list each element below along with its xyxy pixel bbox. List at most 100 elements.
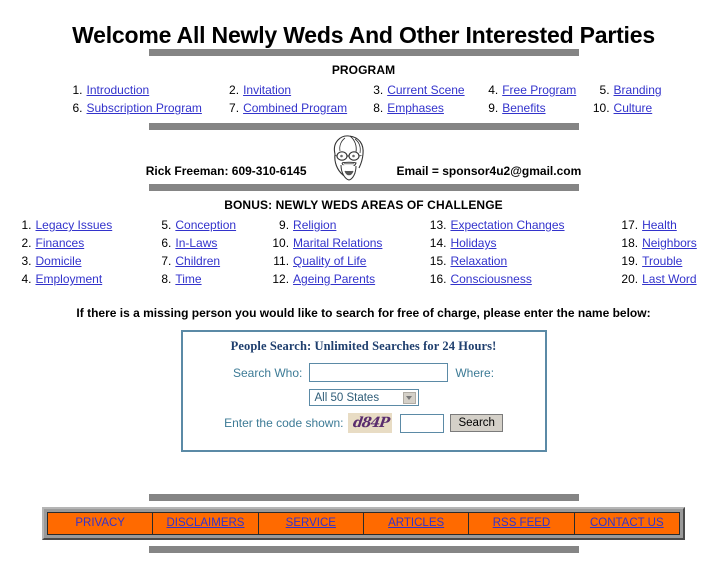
program-item-link-cell[interactable]: Current Scene [385,81,474,99]
bonus-item-link-cell[interactable]: Expectation Changes [448,216,612,234]
program-link-invitation[interactable]: Invitation [243,83,291,97]
bonus-link-time[interactable]: Time [175,272,201,286]
search-who-input[interactable] [309,363,449,382]
bonus-link-last-word[interactable]: Last Word [642,272,696,286]
footer-cell-articles[interactable]: ARTICLES [363,513,469,534]
program-link-introduction[interactable]: Introduction [87,83,150,97]
footer-link-privacy[interactable]: PRIVACY [75,517,125,529]
bonus-link-domicile[interactable]: Domicile [36,254,82,268]
program-item-link-cell[interactable]: Branding [612,81,669,99]
bonus-link-neighbors[interactable]: Neighbors [642,236,697,250]
bonus-link-relaxation[interactable]: Relaxation [450,254,507,268]
program-item-link-cell[interactable]: Culture [612,99,669,117]
bonus-item-link-cell[interactable]: Neighbors [640,234,721,252]
footer-cell-rss-feed[interactable]: RSS FEED [469,513,574,534]
bonus-item-number: 17. [621,218,639,232]
program-item-number: 2. [229,83,240,97]
program-item-number: 4. [488,83,499,97]
program-link-benefits[interactable]: Benefits [502,101,545,115]
bonus-link-legacy-issues[interactable]: Legacy Issues [36,218,113,232]
captcha-input[interactable] [400,413,445,433]
divider-bar [148,546,579,553]
bonus-item-link-cell[interactable]: Last Word [640,270,721,288]
bonus-item-link-cell[interactable]: Time [173,270,263,288]
bonus-item-number: 15. [429,254,447,268]
bonus-item-link-cell[interactable]: Children [173,252,263,270]
search-button[interactable]: Search [450,414,503,432]
bonus-item-link-cell[interactable]: In-Laws [173,234,263,252]
program-item-link-cell[interactable]: Introduction [85,81,216,99]
program-link-branding[interactable]: Branding [614,83,662,97]
footer-link-disclaimers[interactable]: DISCLAIMERS [167,517,245,529]
bonus-item-number: 14. [429,236,447,250]
program-link-emphases[interactable]: Emphases [387,101,444,115]
bonus-item-link-cell[interactable]: Employment [34,270,146,288]
chevron-down-icon[interactable] [402,392,416,404]
bonus-item-link-cell[interactable]: Quality of Life [291,252,420,270]
program-item-link-cell[interactable]: Invitation [241,81,359,99]
bonus-item-number: 5. [161,218,172,232]
bonus-item-link-cell[interactable]: Domicile [34,252,146,270]
bonus-row: 2. Finances 6. In-Laws 10. Marital Relat… [6,234,722,252]
bonus-link-ageing-parents[interactable]: Ageing Parents [293,272,375,286]
bonus-link-health[interactable]: Health [642,218,677,232]
program-item-number: 7. [229,101,240,115]
bonus-link-grid: 1. Legacy Issues 5. Conception 9. Religi… [6,216,722,288]
bonus-link-consciousness[interactable]: Consciousness [450,272,531,286]
program-item-link-cell[interactable]: Subscription Program [85,99,216,117]
bonus-item-number: 10. [272,236,290,250]
bonus-item-link-cell[interactable]: Health [640,216,721,234]
bonus-link-trouble[interactable]: Trouble [642,254,682,268]
bonus-item-link-cell[interactable]: Marital Relations [291,234,420,252]
divider-contact-bottom [0,184,727,191]
bonus-item-link-cell[interactable]: Ageing Parents [291,270,420,288]
program-row-2: 6. Subscription Program 7. Combined Prog… [59,99,669,117]
bonus-link-conception[interactable]: Conception [175,218,236,232]
footer-cell-service[interactable]: SERVICE [258,513,363,534]
footer-link-rss-feed[interactable]: RSS FEED [493,517,551,529]
program-link-current-scene[interactable]: Current Scene [387,83,464,97]
program-item-number: 6. [72,101,83,115]
bonus-item-link-cell[interactable]: Holidays [448,234,612,252]
footer-cell-disclaimers[interactable]: DISCLAIMERS [153,513,258,534]
bonus-item-link-cell[interactable]: Consciousness [448,270,612,288]
footer-link-contact-us[interactable]: CONTACT US [590,517,664,529]
bonus-link-marital-relations[interactable]: Marital Relations [293,236,382,250]
bonus-item-number: 11. [273,254,290,268]
bonus-heading: BONUS: NEWLY WEDS AREAS OF CHALLENGE [224,198,503,212]
program-item-link-cell[interactable]: Benefits [500,99,585,117]
captcha-text: d84P [351,415,390,431]
state-select[interactable]: All 50 States [308,389,419,406]
program-heading: PROGRAM [331,63,396,77]
program-item-link-cell[interactable]: Free Program [500,81,585,99]
bonus-item-link-cell[interactable]: Legacy Issues [34,216,146,234]
bonus-link-quality-of-life[interactable]: Quality of Life [293,254,366,268]
bonus-link-religion[interactable]: Religion [293,218,336,232]
program-item-link-cell[interactable]: Emphases [385,99,474,117]
bonus-link-in-laws[interactable]: In-Laws [175,236,217,250]
search-who-row: Search Who: Where: [183,363,545,382]
bonus-item-number: 6. [161,236,172,250]
bonus-link-employment[interactable]: Employment [36,272,103,286]
bonus-item-link-cell[interactable]: Relaxation [448,252,612,270]
footer-link-articles[interactable]: ARTICLES [388,517,444,529]
bonus-item-link-cell[interactable]: Religion [291,216,420,234]
program-item-number: 10. [592,101,610,115]
bonus-item-link-cell[interactable]: Conception [173,216,263,234]
footer-link-service[interactable]: SERVICE [286,517,336,529]
bonus-item-link-cell[interactable]: Finances [34,234,146,252]
program-link-subscription-program[interactable]: Subscription Program [87,101,202,115]
program-item-link-cell[interactable]: Combined Program [241,99,359,117]
program-item-number: 5. [599,83,610,97]
bonus-item-link-cell[interactable]: Trouble [640,252,721,270]
bonus-link-children[interactable]: Children [175,254,220,268]
program-link-culture[interactable]: Culture [614,101,653,115]
program-link-combined-program[interactable]: Combined Program [243,101,347,115]
bonus-link-holidays[interactable]: Holidays [450,236,496,250]
footer-cell-contact-us[interactable]: CONTACT US [574,513,679,534]
people-search-title: People Search: Unlimited Searches for 24… [230,339,497,353]
bonus-link-expectation-changes[interactable]: Expectation Changes [450,218,564,232]
bonus-link-finances[interactable]: Finances [36,236,85,250]
program-link-free-program[interactable]: Free Program [502,83,576,97]
footer-cell-privacy[interactable]: PRIVACY [48,513,153,534]
